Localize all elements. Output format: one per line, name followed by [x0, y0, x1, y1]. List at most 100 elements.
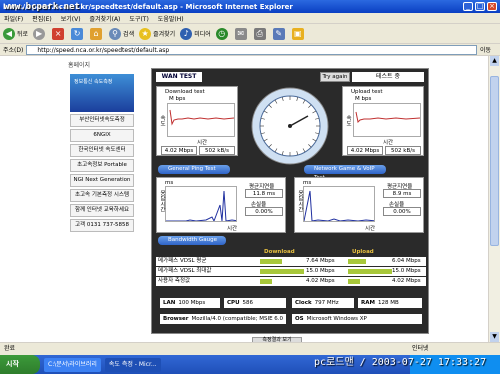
address-bar: 주소(D) http://speed.nca.or.kr/speedtest/d…: [0, 44, 500, 56]
ping1-chart: [165, 186, 237, 222]
upload-title: Upload test: [351, 89, 383, 95]
edit-button[interactable]: ✎: [272, 27, 287, 40]
speed-gauge: [251, 87, 329, 165]
search-icon: ⚲: [109, 27, 122, 40]
general-ping-button[interactable]: General Ping Test: [158, 165, 230, 174]
mail-button[interactable]: ✉: [234, 27, 249, 40]
maximize-button[interactable]: □: [475, 2, 485, 11]
menu-bar: 파일(F) 편집(E) 보기(V) 즐겨찾기(A) 도구(T) 도움말(H): [0, 13, 500, 24]
lan-info: LAN 100 Mbps: [160, 298, 220, 308]
ram-label: RAM: [361, 300, 375, 306]
history-button[interactable]: ◷: [215, 27, 230, 40]
download-axis-y: 속도: [159, 115, 165, 126]
row-max-down: 15.0 Mbps: [306, 268, 335, 274]
upload-mbps: 4.02 Mbps: [347, 146, 383, 155]
ram-info: RAM 128 MB: [358, 298, 422, 308]
ping2-chart: [303, 186, 375, 222]
close-button[interactable]: ×: [487, 2, 497, 11]
menu-view[interactable]: 보기(V): [61, 14, 81, 23]
ping1-loss-value: 0.00%: [245, 207, 283, 216]
refresh-icon: ↻: [71, 27, 84, 40]
print-button[interactable]: ⎙: [253, 27, 268, 40]
taskbar-ie-window[interactable]: 속도 측정 - Micr...: [104, 357, 161, 372]
browser-info: Browser Mozilla/4.0 (compatible; MSIE 6.0: [160, 314, 286, 324]
voip-test-button[interactable]: Network Game & VoIP Test: [304, 165, 386, 181]
sidebar-item-speed-center[interactable]: 한국인터넷 속도센터: [70, 144, 134, 157]
watermark-url: www.bcpark.net: [4, 2, 80, 12]
row-user-down: 4.02 Mbps: [306, 278, 335, 284]
photo-watermark: pc로드맨 / 2003-07-27 17:33:27: [314, 357, 487, 368]
edit-icon: ✎: [272, 27, 285, 40]
ping-test-box-1: ms 응답시간 시간 평균지연율 11.8 ms 손실율 0.00%: [156, 177, 286, 233]
ping2-axis-x: 시간: [365, 226, 376, 232]
upload-header: Upload: [352, 249, 374, 255]
sidebar-banner[interactable]: 정보통신 속도측정: [70, 74, 134, 112]
row-avg-down: 7.64 Mbps: [306, 258, 335, 264]
wan-test-panel: WAN TEST Try again 테스트 중 Download test M…: [151, 68, 429, 334]
history-icon: ◷: [215, 27, 228, 40]
bandwidth-row-user: 사용자 측정값 4.02 Mbps 4.02 Mbps: [156, 277, 426, 286]
menu-help[interactable]: 도움말(H): [158, 14, 184, 23]
sidebar-item-education[interactable]: 함께 인터넷 교육하세요: [70, 204, 134, 217]
sidebar-item-6ngix[interactable]: 6NGIX: [70, 129, 134, 142]
bandwidth-gauge-button[interactable]: Bandwidth Gauge: [158, 236, 226, 245]
start-button[interactable]: 시작: [0, 355, 40, 374]
os-value: Microsoft Windows XP: [306, 316, 367, 322]
sidebar-item-ngi[interactable]: NGI Next Generation: [70, 174, 134, 187]
clock-value: 797 MHz: [314, 300, 339, 306]
try-again-button[interactable]: Try again: [320, 72, 350, 82]
cpu-value: 586: [242, 300, 254, 306]
menu-file[interactable]: 파일(F): [4, 14, 23, 23]
sidebar-item-basic-system[interactable]: 초고속 기본측정 시스템: [70, 189, 134, 202]
media-button[interactable]: ♪ 미디어: [180, 27, 211, 40]
stop-button[interactable]: ×: [52, 27, 66, 40]
ping-test-box-2: ms 응답시간 시간 평균지연율 8.9 ms 손실율 0.00%: [294, 177, 424, 233]
download-line: [169, 109, 234, 126]
home-icon: ⌂: [90, 27, 103, 40]
address-label: 주소(D): [3, 47, 24, 54]
upload-test-box: Upload test M bps 속도 시간 4.02 Mbps 502 kB…: [342, 86, 424, 156]
messenger-button[interactable]: ▣: [291, 27, 306, 40]
row-max-up-bar: [348, 269, 392, 274]
menu-favorites[interactable]: 즐겨찾기(A): [90, 14, 121, 23]
status-text: 완료: [4, 345, 16, 352]
sidebar-item-busan[interactable]: 부산인터넷속도측정: [70, 114, 134, 127]
scroll-thumb[interactable]: [490, 76, 499, 246]
refresh-button[interactable]: ↻: [71, 27, 85, 40]
home-button[interactable]: ⌂: [90, 27, 104, 40]
cpu-label: CPU: [227, 300, 240, 306]
bandwidth-row-avg: 메가패스 VDSL 평균 7.64 Mbps 6.04 Mbps: [156, 257, 426, 266]
search-button[interactable]: ⚲ 검색: [109, 27, 134, 40]
go-button[interactable]: 이동: [480, 45, 500, 54]
row-avg-up: 6.04 Mbps: [392, 258, 421, 264]
download-axis-x: 시간: [197, 140, 208, 146]
taskbar-folder[interactable]: C:\문서\라이브러리: [44, 357, 101, 372]
menu-edit[interactable]: 편집(E): [32, 14, 52, 23]
scroll-up-icon[interactable]: ▲: [490, 56, 499, 66]
site-sidebar: 홈페이지 정보통신 속도측정 부산인터넷속도측정 6NGIX 한국인터넷 속도센…: [66, 60, 136, 260]
clock-label: Clock: [295, 300, 312, 306]
scroll-down-icon[interactable]: ▼: [490, 332, 499, 342]
row-max-up: 15.0 Mbps: [392, 268, 421, 274]
row-avg-down-bar: [260, 259, 282, 264]
forward-button[interactable]: ▶: [33, 27, 47, 40]
upload-axis-x: 시간: [383, 140, 394, 146]
minimize-button[interactable]: _: [463, 2, 473, 11]
browser-value: Mozilla/4.0 (compatible; MSIE 6.0: [191, 316, 284, 322]
vertical-scrollbar[interactable]: ▲ ▼: [488, 56, 500, 342]
ping1-avg-value: 11.8 ms: [245, 189, 283, 198]
sidebar-item-contact[interactable]: 고객 0131 737-5858: [70, 219, 134, 232]
row-user-up: 4.02 Mbps: [392, 278, 421, 284]
download-kbs: 502 kB/s: [199, 146, 235, 155]
sidebar-header[interactable]: 홈페이지: [66, 60, 136, 70]
ram-value: 128 MB: [377, 300, 399, 306]
back-button[interactable]: ◀ 뒤로: [3, 27, 28, 40]
address-input[interactable]: http://speed.nca.or.kr/speedtest/default…: [26, 44, 477, 55]
row-max-down-bar: [260, 269, 304, 274]
download-mbps: 4.02 Mbps: [161, 146, 197, 155]
menu-tools[interactable]: 도구(T): [129, 14, 148, 23]
download-header: Download: [264, 249, 295, 255]
favorites-button[interactable]: ★ 즐겨찾기: [139, 27, 175, 40]
row-avg-up-bar: [348, 259, 366, 264]
sidebar-item-portable[interactable]: 초고속정보 Portable: [70, 159, 134, 172]
